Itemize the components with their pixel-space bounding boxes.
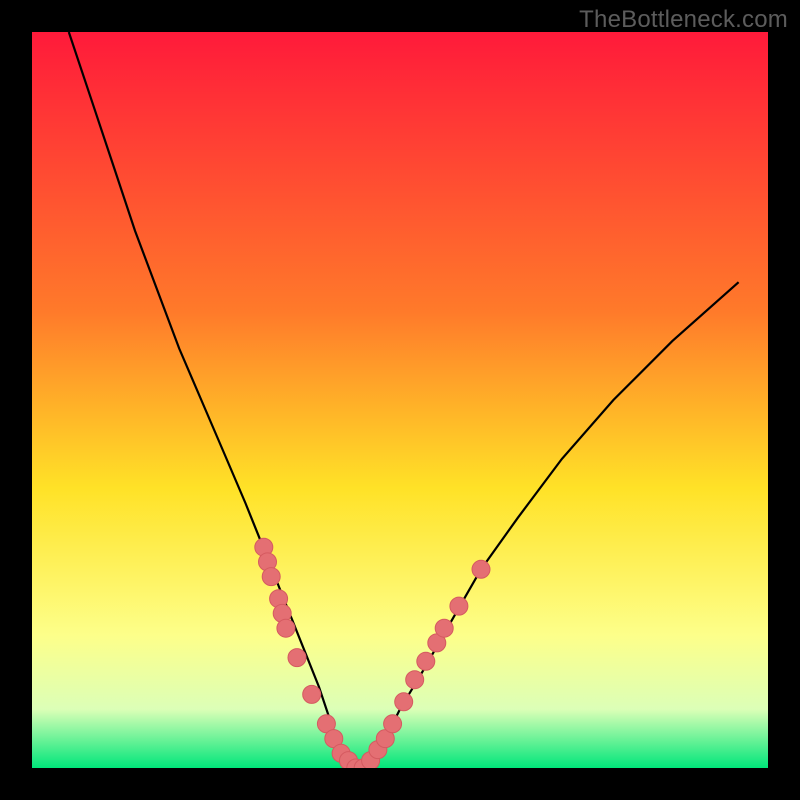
chart-frame: TheBottleneck.com: [0, 0, 800, 800]
data-marker: [472, 560, 490, 578]
chart-svg: [32, 32, 768, 768]
plot-area: [32, 32, 768, 768]
data-marker: [395, 693, 413, 711]
data-marker: [417, 652, 435, 670]
data-marker: [262, 568, 280, 586]
data-marker: [450, 597, 468, 615]
watermark-text: TheBottleneck.com: [579, 6, 788, 34]
data-marker: [303, 685, 321, 703]
data-marker: [384, 715, 402, 733]
data-marker: [435, 619, 453, 637]
data-marker: [277, 619, 295, 637]
data-marker: [288, 649, 306, 667]
gradient-background: [32, 32, 768, 768]
data-marker: [406, 671, 424, 689]
